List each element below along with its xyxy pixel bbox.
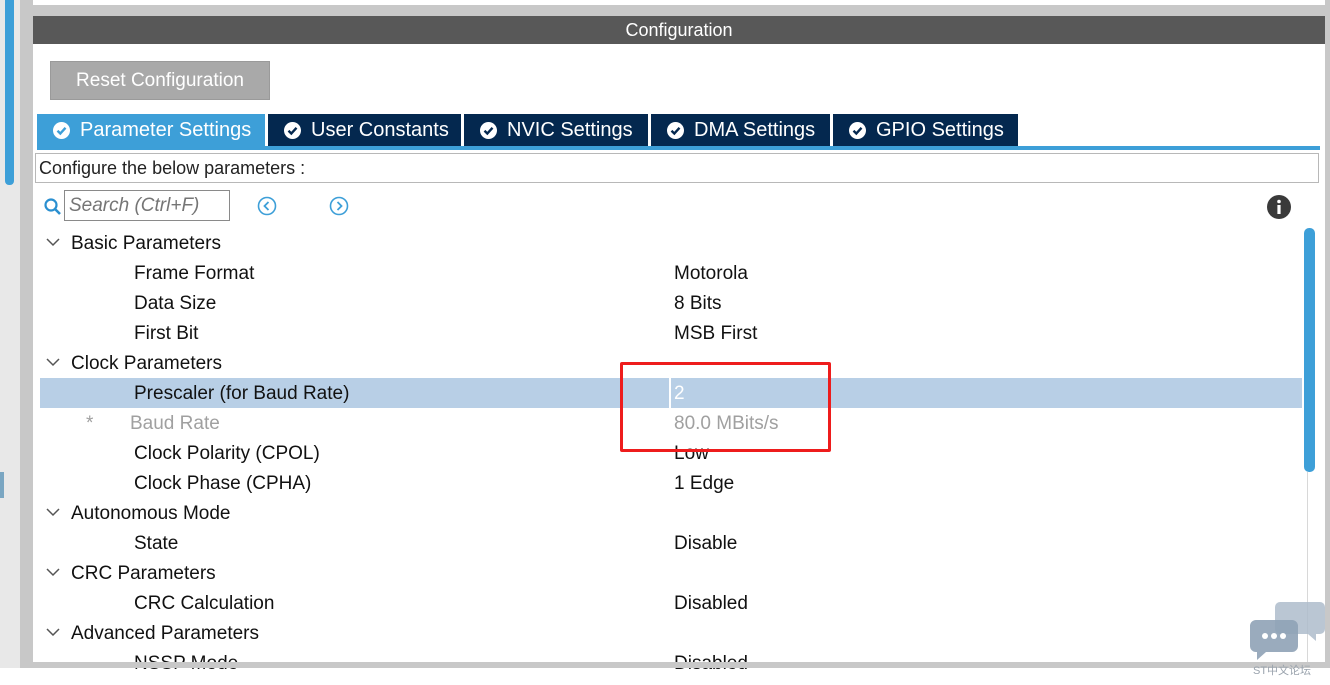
check-circle-icon [480,121,497,139]
param-name: Frame Format [134,263,255,284]
chevron-down-icon[interactable] [45,626,61,638]
configure-hint-text: Configure the below parameters : [39,157,306,178]
previous-match-icon[interactable] [257,196,277,216]
group-basic-parameters[interactable]: Basic Parameters [40,228,1302,258]
param-value[interactable]: 1 Edge [674,473,734,495]
reset-configuration-label: Reset Configuration [76,69,244,91]
window-title: Configuration [625,19,733,40]
left-scrollbar-thumb[interactable] [5,0,14,185]
tab-underline [37,146,1320,150]
group-label: Clock Parameters [71,353,222,374]
tab-label: DMA Settings [694,118,816,141]
group-label: Basic Parameters [71,233,221,254]
param-name: Clock Phase (CPHA) [134,473,312,494]
param-row-first-bit[interactable]: First Bit MSB First [40,318,1302,348]
param-name: CRC Calculation [134,593,275,614]
group-crc-parameters[interactable]: CRC Parameters [40,558,1302,588]
right-scrollbar-thumb[interactable] [1304,228,1315,472]
check-circle-icon [667,121,684,139]
group-label: Autonomous Mode [71,503,231,524]
search-input[interactable] [64,190,230,221]
tab-nvic-settings[interactable]: NVIC Settings [464,114,648,146]
tab-gpio-settings[interactable]: GPIO Settings [833,114,1018,146]
bottom-frame [33,662,1325,668]
param-row-clock-phase[interactable]: Clock Phase (CPHA) 1 Edge [40,468,1302,498]
param-name: Data Size [134,293,217,314]
info-icon[interactable] [1267,195,1291,219]
chevron-down-icon[interactable] [45,236,61,248]
param-value[interactable]: Motorola [674,263,748,285]
configure-hint-box: Configure the below parameters : [35,153,1319,183]
tab-user-constants[interactable]: User Constants [268,114,461,146]
configuration-title-bar: Configuration [33,16,1325,44]
tab-label: User Constants [311,118,449,141]
chevron-down-icon[interactable] [45,356,61,368]
param-value[interactable]: Disable [674,533,737,555]
reset-configuration-button[interactable]: Reset Configuration [50,61,270,100]
top-strip [33,0,1325,5]
param-row-data-size[interactable]: Data Size 8 Bits [40,288,1302,318]
param-value[interactable]: 8 Bits [674,293,722,315]
param-value[interactable]: MSB First [674,323,757,345]
chevron-down-icon[interactable] [45,506,61,518]
group-advanced-parameters[interactable]: Advanced Parameters [40,618,1302,648]
tab-label: GPIO Settings [876,118,1004,141]
param-name: First Bit [134,323,199,344]
watermark-text: ST中文论坛 [1253,665,1312,677]
param-row-frame-format[interactable]: Frame Format Motorola [40,258,1302,288]
param-name: State [134,533,179,554]
chevron-down-icon[interactable] [45,566,61,578]
param-name: Prescaler (for Baud Rate) [134,383,350,404]
param-name: Clock Polarity (CPOL) [134,443,320,464]
tab-dma-settings[interactable]: DMA Settings [651,114,830,146]
left-edge-marker [0,472,4,498]
param-value[interactable]: Disabled [674,593,748,615]
param-row-crc-calculation[interactable]: CRC Calculation Disabled [40,588,1302,618]
param-row-state[interactable]: State Disable [40,528,1302,558]
group-label: CRC Parameters [71,563,216,584]
red-highlight-annotation [620,362,831,452]
derived-marker: * [86,413,94,434]
check-circle-icon [284,121,301,139]
search-icon [44,198,61,215]
next-match-icon[interactable] [329,196,349,216]
group-autonomous-mode[interactable]: Autonomous Mode [40,498,1302,528]
tab-label: NVIC Settings [507,118,633,141]
param-name: Baud Rate [130,413,220,434]
group-label: Advanced Parameters [71,623,259,644]
tab-label: Parameter Settings [80,118,252,141]
tab-parameter-settings[interactable]: Parameter Settings [37,114,265,146]
check-circle-icon [53,121,70,139]
check-circle-icon [849,121,866,139]
